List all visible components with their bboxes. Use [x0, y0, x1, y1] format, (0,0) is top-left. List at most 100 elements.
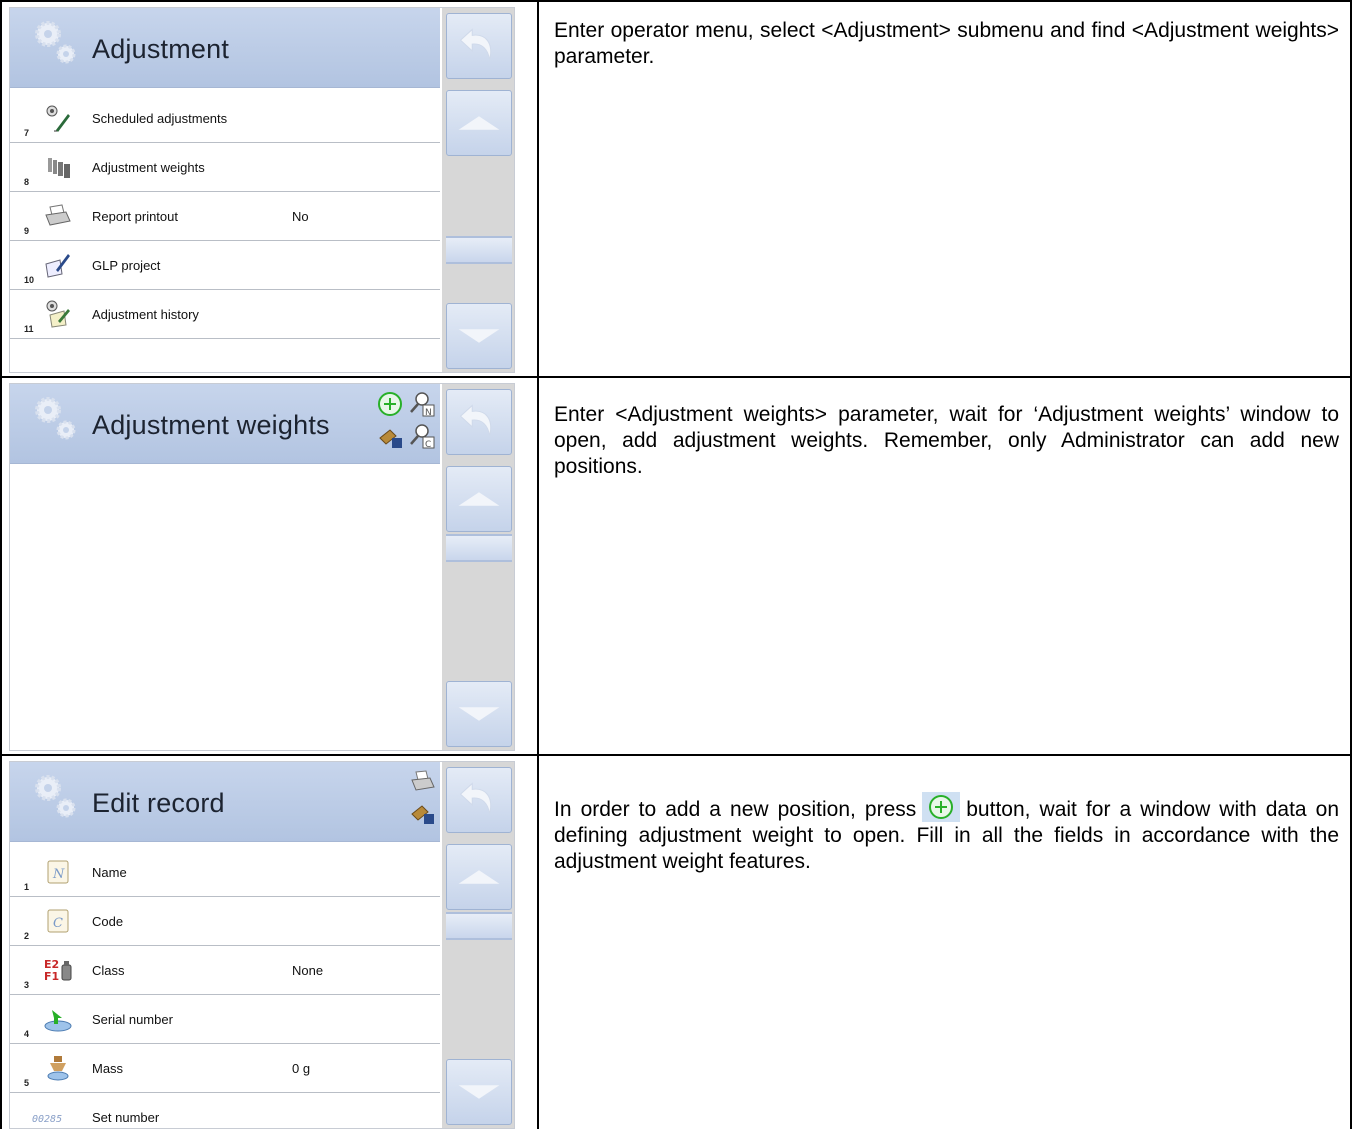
printer-icon[interactable]: [408, 768, 436, 796]
list-item[interactable]: 9 Report printout No: [10, 192, 440, 241]
chevron-down-icon: [458, 1085, 500, 1099]
gears-icon: [35, 775, 76, 818]
chevron-up-icon: [458, 116, 500, 130]
mass-icon: [47, 1056, 69, 1081]
chevron-up-icon: [458, 492, 500, 506]
list-item[interactable]: 7 Scheduled adjustments: [10, 94, 440, 143]
title-bar: Adjustment: [10, 8, 440, 88]
back-button[interactable]: [446, 389, 512, 455]
description-part-1: In order to add a new position, press: [554, 798, 917, 821]
scrollbar-thumb[interactable]: [446, 236, 512, 264]
page-title: Adjustment weights: [92, 410, 330, 440]
navigation-sidebar: [442, 384, 514, 750]
title-bar: Adjustment weights N C: [10, 384, 440, 464]
page-title: Edit record: [92, 788, 225, 818]
item-number: 1: [24, 882, 30, 892]
add-icon: [922, 792, 961, 822]
name-icon: N: [47, 860, 69, 884]
glp-project-icon: [45, 254, 70, 278]
adjustment-history-icon: [46, 300, 70, 328]
list-item[interactable]: 4 Serial number: [10, 995, 440, 1044]
set-number-icon: 00285: [32, 1114, 62, 1125]
item-label: Code: [92, 914, 124, 929]
serial-number-icon: [44, 1010, 72, 1032]
printer-icon: [45, 204, 71, 226]
item-number: 11: [24, 324, 34, 334]
edit-record-screen: Edit record 1 N Name 2 C Code 3 E2 F1 Cl…: [9, 761, 515, 1129]
item-label: Name: [92, 865, 127, 880]
item-label: Report printout: [92, 209, 178, 224]
column-divider: [537, 2, 539, 376]
title-bar: Edit record: [10, 762, 440, 842]
column-divider: [537, 378, 539, 754]
item-label: Mass: [92, 1061, 124, 1076]
scroll-down-button[interactable]: [446, 681, 512, 747]
scroll-up-button[interactable]: [446, 90, 512, 156]
list-item[interactable]: 6 00285 Set number: [10, 1093, 440, 1128]
scroll-down-button[interactable]: [446, 303, 512, 369]
search-by-code-icon[interactable]: C: [408, 422, 436, 450]
adjustment-weights-screen: Adjustment weights N C: [9, 383, 515, 751]
step-description: Enter <Adjustment weights> parameter, wa…: [554, 403, 1339, 478]
list-item[interactable]: 10 GLP project: [10, 241, 440, 290]
scrollbar-thumb[interactable]: [446, 534, 512, 562]
gears-icon: [35, 21, 76, 64]
step-row-1: Adjustment 7 Scheduled adjustments 8 Adj…: [0, 0, 1352, 376]
list-item[interactable]: 1 N Name: [10, 848, 440, 897]
adjustment-screen: Adjustment 7 Scheduled adjustments 8 Adj…: [9, 7, 515, 373]
list-item[interactable]: 5 Mass 0 g: [10, 1044, 440, 1093]
item-number: 7: [24, 128, 30, 138]
svg-text:F1: F1: [44, 970, 59, 983]
page-title: Adjustment: [92, 34, 230, 64]
list-item[interactable]: 3 E2 F1 Class None: [10, 946, 440, 995]
item-label: Scheduled adjustments: [92, 111, 228, 126]
chevron-down-icon: [458, 707, 500, 721]
back-arrow-icon: [459, 782, 492, 814]
item-number: 9: [24, 226, 30, 236]
item-number: 3: [24, 980, 30, 990]
scroll-down-button[interactable]: [446, 1059, 512, 1125]
record-field-list: 1 N Name 2 C Code 3 E2 F1 Class None 4 S…: [10, 848, 440, 1128]
scrollbar-thumb[interactable]: [446, 912, 512, 940]
item-number: 2: [24, 931, 30, 941]
back-button[interactable]: [446, 13, 512, 79]
class-icon: E2 F1: [44, 958, 72, 983]
chevron-down-icon: [458, 329, 500, 343]
export-weights-icon[interactable]: [376, 422, 404, 450]
step-description: In order to add a new position, press but…: [554, 792, 1339, 875]
add-icon[interactable]: [376, 390, 404, 418]
item-value: 0 g: [292, 1061, 311, 1076]
list-item[interactable]: 11 Adjustment history: [10, 290, 440, 339]
adjustment-weights-icon: [48, 158, 70, 178]
navigation-sidebar: [442, 762, 514, 1128]
scroll-up-button[interactable]: [446, 466, 512, 532]
step-description: Enter operator menu, select <Adjustment>…: [554, 19, 1339, 68]
list-item[interactable]: 8 Adjustment weights: [10, 143, 440, 192]
scroll-up-button[interactable]: [446, 844, 512, 910]
chevron-up-icon: [458, 870, 500, 884]
column-divider: [537, 756, 539, 1129]
svg-text:C: C: [425, 440, 431, 450]
svg-text:N: N: [425, 408, 432, 418]
item-label: Adjustment history: [92, 307, 199, 322]
step-row-3: Edit record 1 N Name 2 C Code 3 E2 F1 Cl…: [0, 754, 1352, 1129]
step-row-2: Adjustment weights N C Enter <Adjustment…: [0, 376, 1352, 754]
search-by-name-icon[interactable]: N: [408, 390, 436, 418]
item-label: Set number: [92, 1110, 160, 1125]
item-label: Serial number: [92, 1012, 173, 1027]
list-item[interactable]: 2 C Code: [10, 897, 440, 946]
svg-text:00285: 00285: [32, 1114, 62, 1125]
menu-list: 7 Scheduled adjustments 8 Adjustment wei…: [10, 94, 440, 339]
code-icon: C: [47, 909, 69, 933]
item-number: 10: [24, 275, 35, 285]
item-value: No: [292, 209, 309, 224]
svg-text:C: C: [53, 916, 63, 931]
back-arrow-icon: [459, 28, 492, 60]
export-weights-icon[interactable]: [408, 798, 436, 826]
item-value: None: [292, 963, 324, 978]
navigation-sidebar: [442, 8, 514, 372]
back-button[interactable]: [446, 767, 512, 833]
item-number: 5: [24, 1078, 30, 1088]
item-number: 4: [24, 1029, 30, 1039]
item-number: 8: [24, 177, 30, 187]
